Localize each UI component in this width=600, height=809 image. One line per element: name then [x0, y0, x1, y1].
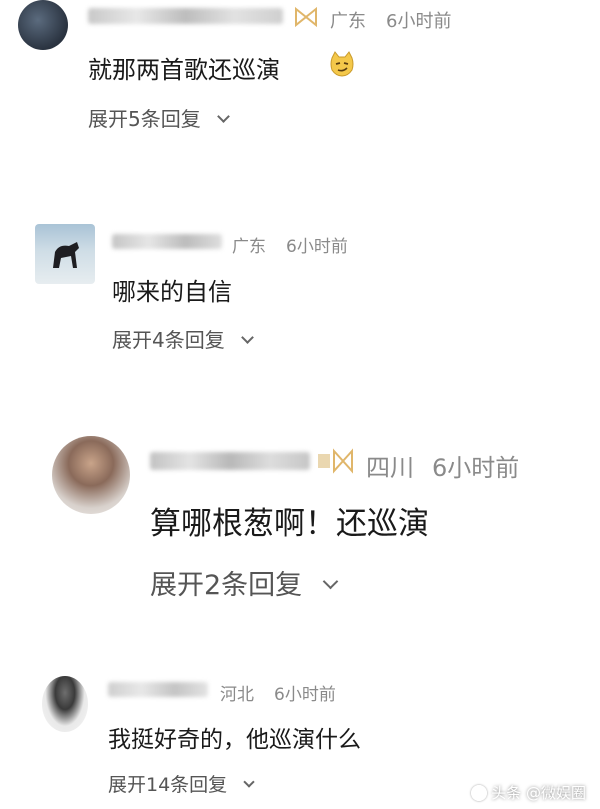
comment-text: 我挺好奇的，他巡演什么	[108, 727, 361, 753]
comment-region: 河北	[220, 685, 254, 705]
username-redacted[interactable]	[88, 8, 283, 24]
chevron-down-icon	[243, 776, 255, 788]
chevron-down-icon	[241, 331, 254, 344]
user-avatar[interactable]	[18, 0, 68, 50]
vip-badge-icon	[318, 448, 354, 474]
expand-replies-button[interactable]: 展开4条回复	[112, 324, 254, 353]
expand-replies-button[interactable]: 展开2条回复	[150, 563, 339, 602]
comment-region: 广东	[330, 11, 366, 32]
smirk-cat-emoji-icon	[328, 50, 356, 78]
user-avatar[interactable]	[52, 436, 130, 514]
expand-replies-label: 展开14条回复	[108, 774, 228, 796]
comment-item-3: 四川 6小时前 算哪根葱啊！还巡演 展开2条回复	[0, 430, 600, 602]
chevron-down-icon	[322, 573, 339, 590]
expand-replies-label: 展开5条回复	[88, 107, 201, 131]
comment-time: 6小时前	[286, 237, 348, 257]
expand-replies-label: 展开2条回复	[150, 570, 303, 601]
user-avatar[interactable]	[35, 224, 95, 284]
username-redacted[interactable]	[112, 234, 222, 249]
expand-replies-button[interactable]: 展开5条回复	[88, 103, 230, 132]
comment-region: 四川	[366, 454, 414, 482]
username-redacted[interactable]	[150, 452, 310, 470]
toutiao-logo-icon	[471, 784, 488, 801]
comment-text: 哪来的自信	[112, 278, 232, 306]
watermark: 头条 @微娱圈	[471, 782, 586, 803]
user-avatar[interactable]	[42, 676, 88, 732]
comment-region: 广东	[232, 237, 266, 257]
comment-time: 6小时前	[386, 11, 452, 32]
comment-time: 6小时前	[432, 454, 520, 482]
vip-badge-icon	[293, 6, 319, 28]
comment-text: 算哪根葱啊！还巡演	[150, 506, 429, 542]
comment-item-2: 广东 6小时前 哪来的自信 展开4条回复	[0, 220, 600, 370]
chevron-down-icon	[217, 110, 230, 123]
username-redacted[interactable]	[108, 682, 208, 697]
comment-time: 6小时前	[274, 685, 336, 705]
comment-text: 就那两首歌还巡演	[88, 56, 280, 84]
expand-replies-label: 展开4条回复	[112, 328, 225, 352]
watermark-label: 头条 @微娱圈	[491, 784, 586, 802]
comment-item-1: 广东 6小时前 就那两首歌还巡演 展开5条回复	[0, 0, 600, 140]
expand-replies-button[interactable]: 展开14条回复	[108, 770, 255, 797]
